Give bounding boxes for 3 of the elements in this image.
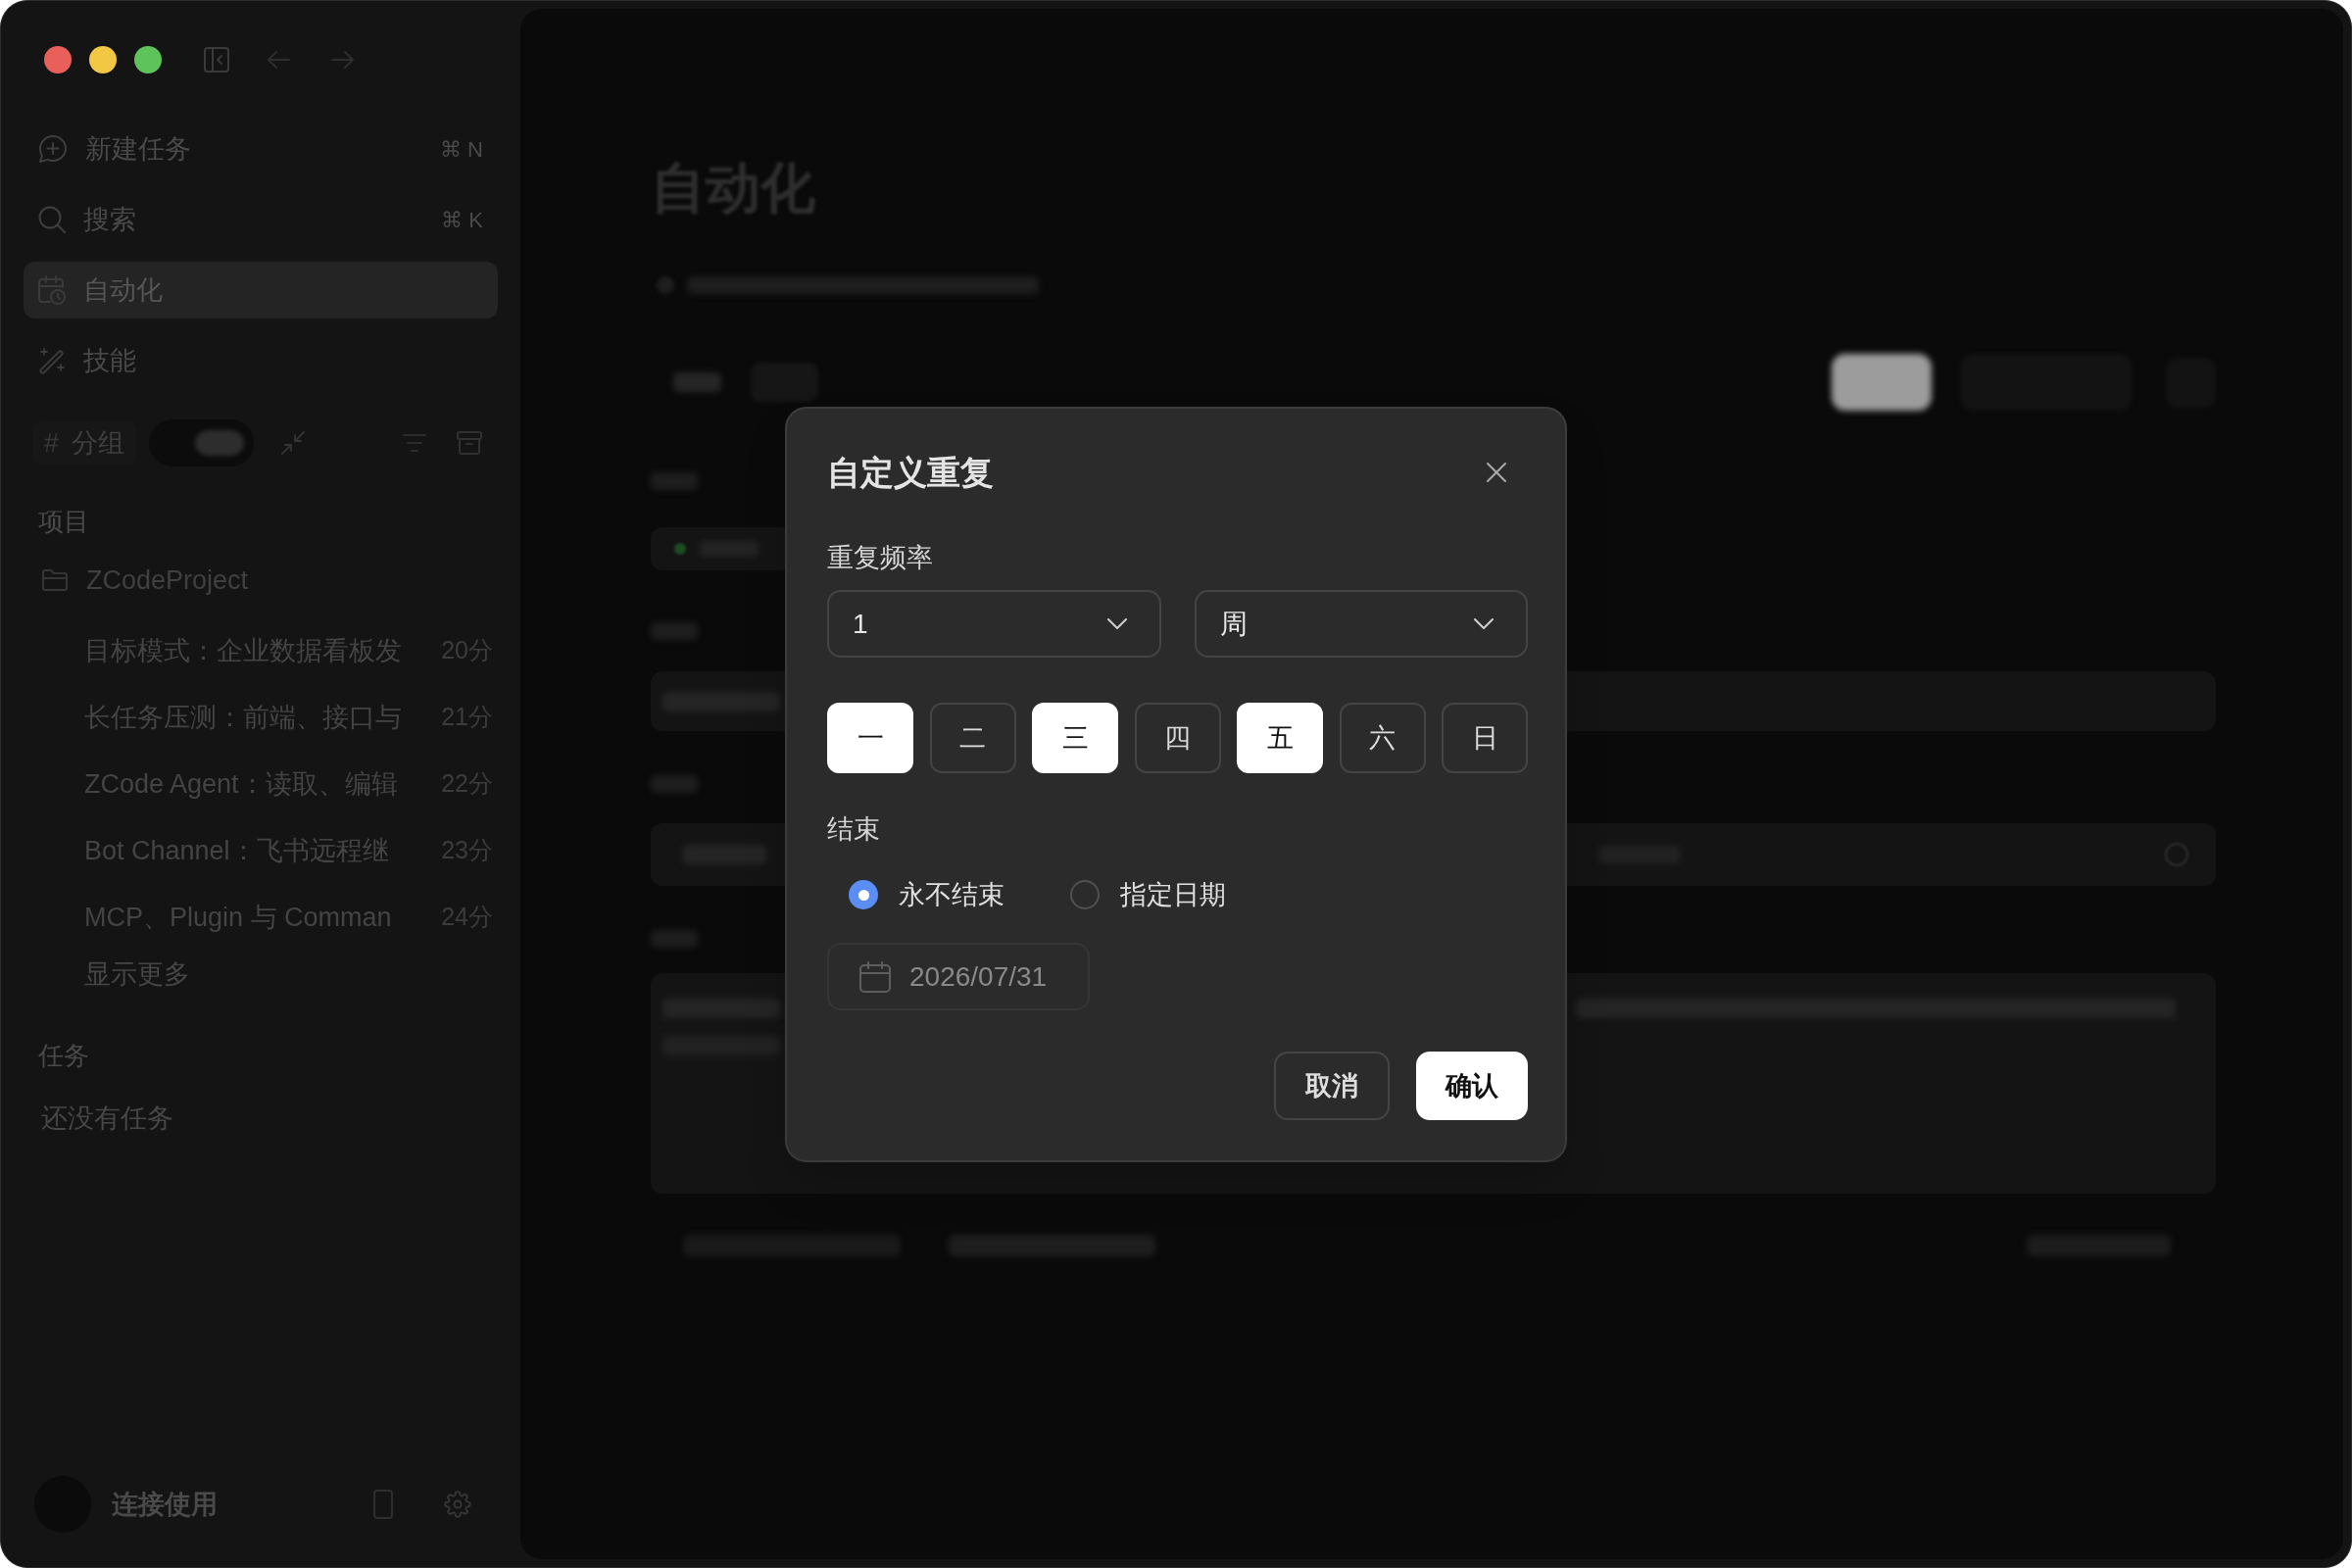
field-label: 结束 [827,812,880,846]
dialog-title: 自定义重复 [827,456,994,489]
field-label: 重复频率 [827,541,933,574]
